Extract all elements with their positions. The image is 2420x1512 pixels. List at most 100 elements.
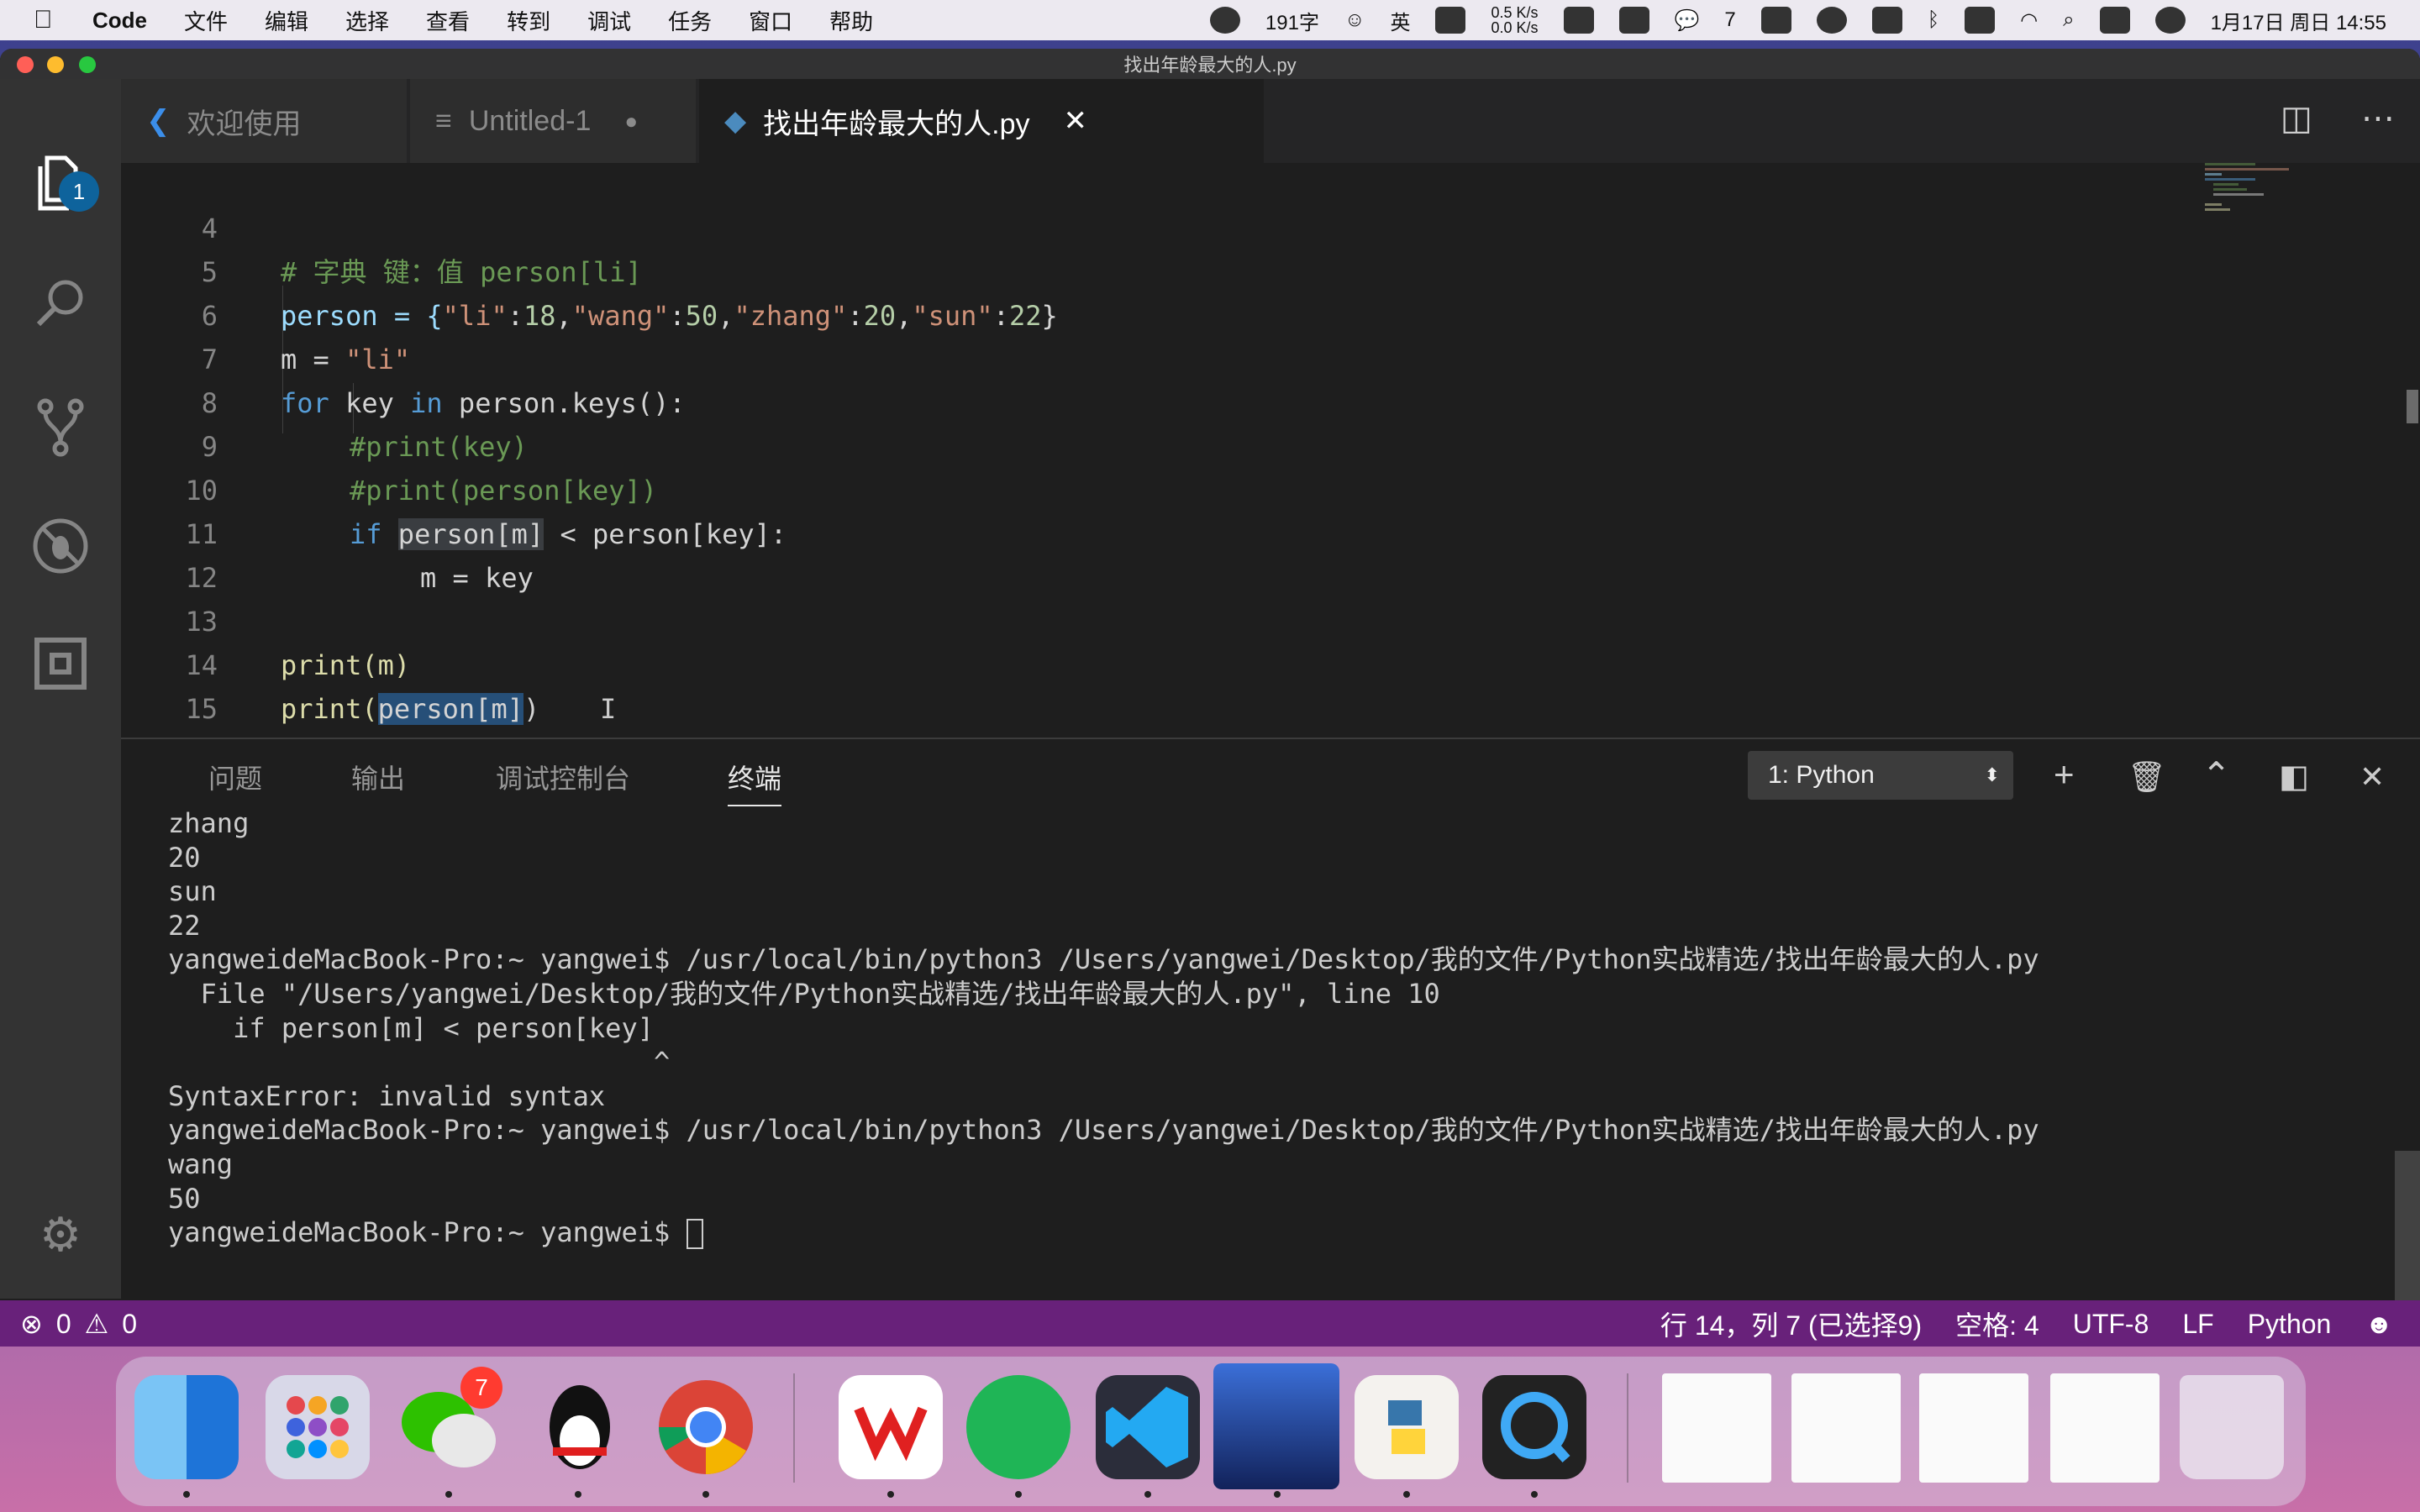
close-tab-icon[interactable]: ✕ [1064, 104, 1088, 138]
terminal-line: 50 [168, 1182, 201, 1215]
code-line[interactable]: 14 print(person[m]) [121, 600, 2306, 725]
wps-icon[interactable] [839, 1375, 943, 1479]
bluetooth-icon[interactable]: ᛒ [1928, 8, 1939, 32]
quicktime-icon[interactable] [1482, 1375, 1586, 1479]
more-actions-icon[interactable]: ⋯ [2361, 99, 2395, 138]
python-launcher-icon[interactable] [1355, 1375, 1459, 1479]
maximize-panel-icon[interactable]: ⌃ [2202, 754, 2231, 795]
close-panel-icon[interactable]: ✕ [2360, 759, 2385, 795]
qq-tray-icon[interactable] [1435, 7, 1466, 34]
wechat-tray-icon[interactable]: 💬 [1675, 8, 1700, 33]
tab-welcome[interactable]: ❮ 欢迎使用 [121, 79, 407, 163]
vscode-icon[interactable] [1096, 1375, 1200, 1479]
line-ending[interactable]: LF [2182, 1309, 2213, 1340]
menu-edit[interactable]: 编辑 [265, 5, 308, 36]
code-line[interactable]: 8 #print(key) [121, 338, 2306, 463]
trash-bin-icon[interactable] [2180, 1375, 2284, 1479]
minimized-window-thumbnail[interactable] [1919, 1373, 2028, 1483]
encoding[interactable]: UTF-8 [2073, 1309, 2149, 1340]
bell-icon[interactable] [1618, 7, 1649, 34]
menu-debug[interactable]: 调试 [587, 5, 631, 36]
code-line[interactable]: 15 [121, 643, 2306, 725]
minimap[interactable] [2205, 163, 2331, 213]
wps-tray-icon[interactable] [1760, 7, 1791, 34]
debug-icon[interactable] [30, 517, 91, 578]
trash-icon[interactable]: 🗑 [2128, 759, 2166, 795]
code-line[interactable]: 11 m = key [121, 469, 2306, 594]
record-icon[interactable] [1209, 7, 1240, 34]
code-line[interactable]: 4 # 字典 键：值 person[li] [121, 163, 2306, 288]
indentation[interactable]: 空格: 4 [1955, 1305, 2039, 1343]
menu-tasks[interactable]: 任务 [668, 5, 712, 36]
toggle-panel-position-icon[interactable]: ◧ [2279, 758, 2309, 795]
code-line[interactable]: 9 #print(person[key]) [121, 381, 2306, 507]
menu-selection[interactable]: 选择 [345, 5, 389, 36]
code-line[interactable]: 6 m = "li" [121, 250, 2306, 375]
zoom-window-button[interactable] [79, 56, 96, 73]
code-line[interactable]: 12 [121, 512, 2306, 594]
chrome-icon[interactable] [654, 1375, 758, 1479]
explorer-badge: 1 [59, 171, 99, 212]
extensions-icon[interactable] [30, 637, 91, 697]
editor-tab-bar: ❮ 欢迎使用 ≡ Untitled-1 ● ◆ 找出年龄最大的人.py ✕ ◫ … [121, 79, 2420, 163]
minimized-window-thumbnail[interactable] [1662, 1373, 1771, 1483]
battery-icon[interactable] [1965, 7, 1996, 34]
menu-file[interactable]: 文件 [184, 5, 228, 36]
code-line[interactable]: 7 for key in person.keys(): [121, 294, 2306, 419]
menu-goto[interactable]: 转到 [507, 5, 550, 36]
tab-terminal[interactable]: 终端 [728, 758, 782, 806]
launchpad-icon[interactable] [266, 1375, 370, 1479]
tab-active-file[interactable]: ◆ 找出年龄最大的人.py ✕ [699, 79, 1264, 163]
menu-help[interactable]: 帮助 [829, 5, 873, 36]
sync-tray-icon[interactable] [1871, 7, 1902, 34]
ime-indicator[interactable]: 英 [1390, 6, 1410, 35]
net-down: 0.0 K/s [1491, 19, 1539, 36]
menu-window[interactable]: 窗口 [749, 5, 792, 36]
minimized-window-thumbnail[interactable] [1791, 1373, 1901, 1483]
play-icon[interactable] [1816, 7, 1847, 34]
menu-view[interactable]: 查看 [426, 5, 470, 36]
new-terminal-icon[interactable]: + [2054, 754, 2075, 795]
finder-icon[interactable] [134, 1375, 239, 1479]
unsaved-dot-icon[interactable]: ● [624, 108, 638, 134]
evernote-tray-icon[interactable] [1563, 7, 1594, 34]
cursor-position[interactable]: 行 14，列 7 (已选择9) [1660, 1305, 1922, 1343]
minimized-window-thumbnail[interactable] [2050, 1373, 2160, 1483]
close-window-button[interactable] [17, 56, 34, 73]
app-menu-code[interactable]: Code [92, 8, 147, 34]
code-line[interactable]: 13 print(m) I [121, 556, 2306, 725]
wifi-icon[interactable]: ◠ [2020, 8, 2038, 33]
control-center-icon[interactable] [2099, 7, 2130, 34]
spotlight-search-icon[interactable]: ⌕ [2063, 8, 2074, 32]
error-icon: ⊗ [20, 1309, 43, 1339]
status-bar: ⊗ 0 ⚠ 0 行 14，列 7 (已选择9) 空格: 4 UTF-8 LF P… [0, 1300, 2420, 1347]
code-line[interactable]: 5 person = {"li":18,"wang":50,"zhang":20… [121, 207, 2306, 332]
terminal-select[interactable]: 1: Python ⬍ [1748, 751, 2013, 800]
settings-gear-icon[interactable]: ⚙ [30, 1205, 91, 1265]
split-editor-icon[interactable]: ◫ [2281, 99, 2312, 138]
macos-dock: 7 [116, 1357, 2306, 1506]
tab-debug-console[interactable]: 调试控制台 [496, 758, 630, 796]
code-line[interactable]: 10 if person[m] < person[key]: [121, 425, 2306, 550]
siri-icon[interactable] [2154, 7, 2186, 34]
feedback-smiley-icon[interactable]: ☻ [2365, 1309, 2393, 1340]
search-icon[interactable] [30, 276, 91, 336]
terminal-output[interactable]: zhang 20 sun 22 yangweideMacBook-Pro:~ y… [168, 806, 2353, 1250]
running-indicator [1274, 1491, 1281, 1498]
tab-output[interactable]: 输出 [351, 758, 405, 796]
kindle-icon[interactable] [1213, 1363, 1339, 1489]
apple-menu-icon[interactable]:  [34, 6, 67, 34]
problems-indicator[interactable]: ⊗ 0 ⚠ 0 [20, 1308, 137, 1340]
tab-untitled[interactable]: ≡ Untitled-1 ● [410, 79, 696, 163]
qq-icon[interactable] [528, 1375, 632, 1479]
emoji-icon[interactable]: ☺ [1344, 8, 1365, 32]
clock[interactable]: 1月17日 周日 14:55 [2211, 6, 2386, 35]
evernote-icon[interactable] [966, 1375, 1071, 1479]
code-editor[interactable]: 4 # 字典 键：值 person[li] 5 person = {"li":1… [121, 163, 2420, 769]
code-line[interactable]: 16 [121, 687, 2306, 769]
source-control-icon[interactable] [30, 398, 91, 459]
tab-problems[interactable]: 问题 [208, 758, 262, 796]
minimize-window-button[interactable] [47, 56, 64, 73]
editor-scrollbar[interactable] [2407, 390, 2418, 423]
language-mode[interactable]: Python [2248, 1309, 2332, 1340]
